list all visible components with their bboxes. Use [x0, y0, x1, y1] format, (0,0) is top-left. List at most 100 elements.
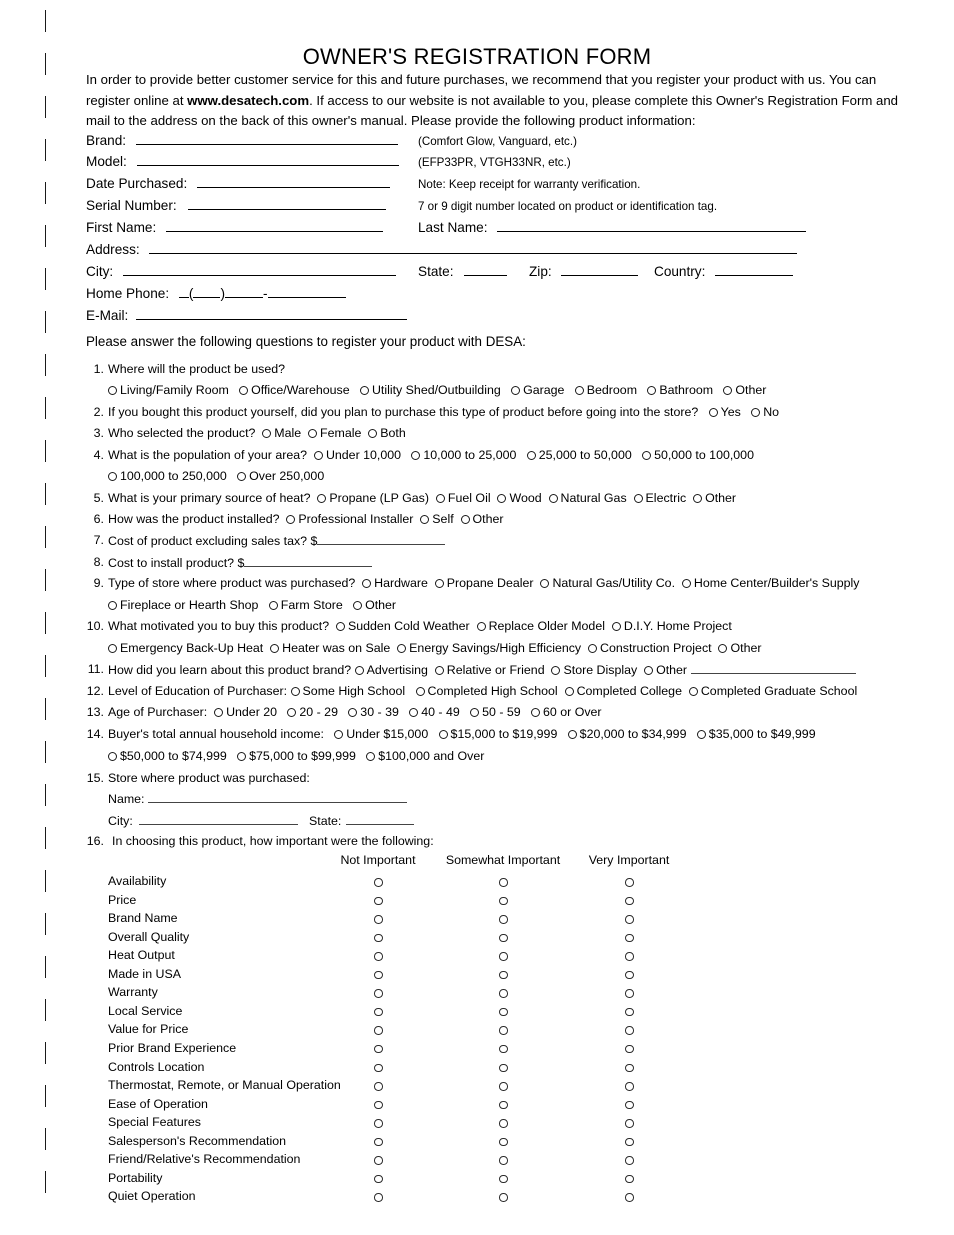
radio-icon[interactable] [718, 644, 728, 653]
radio-icon[interactable] [317, 494, 327, 503]
option-natural-gas[interactable]: Natural Gas [548, 491, 627, 505]
radio-icon[interactable] [564, 687, 574, 696]
field-country-input[interactable] [715, 263, 794, 276]
option-construction-project[interactable]: Construction Project [588, 641, 712, 655]
radio-icon[interactable] [286, 515, 296, 524]
matrix-radio-icon[interactable] [374, 1119, 383, 1128]
radio-icon[interactable] [574, 386, 584, 395]
option-other[interactable]: Other [723, 383, 766, 397]
field-first-name-input[interactable] [166, 219, 384, 232]
option-fuel-oil[interactable]: Fuel Oil [435, 491, 491, 505]
radio-icon[interactable] [476, 622, 486, 631]
option-diy-home-project[interactable]: D.I.Y. Home Project [611, 619, 732, 633]
radio-icon[interactable] [335, 622, 345, 631]
option-store-display[interactable]: Store Display [551, 663, 637, 677]
option-10000-25000[interactable]: 10,000 to 25,000 [411, 448, 516, 462]
matrix-radio-icon[interactable] [625, 1082, 634, 1091]
radio-icon[interactable] [415, 687, 425, 696]
option-100000-and-over[interactable]: $100,000 and Over [366, 749, 484, 763]
radio-icon[interactable] [214, 708, 224, 717]
field-home-phone-area-prefix[interactable] [178, 285, 189, 298]
question-8-cost-input[interactable] [244, 555, 373, 567]
field-date-purchased-input[interactable] [197, 175, 391, 188]
radio-icon[interactable] [611, 622, 621, 631]
radio-icon[interactable] [751, 408, 761, 417]
radio-icon[interactable] [567, 730, 577, 739]
matrix-radio-icon[interactable] [499, 896, 508, 906]
option-other-learn[interactable]: Other [644, 663, 687, 677]
radio-icon[interactable] [368, 429, 378, 438]
option-30-39[interactable]: 30 - 39 [348, 705, 399, 719]
matrix-radio-icon[interactable] [499, 915, 508, 924]
radio-icon[interactable] [420, 515, 430, 524]
option-male[interactable]: Male [262, 426, 301, 440]
option-20000-34999[interactable]: $20,000 to $34,999 [567, 727, 686, 741]
option-completed-high-school[interactable]: Completed High School [415, 684, 558, 698]
radio-icon[interactable] [708, 408, 718, 417]
option-20-29[interactable]: 20 - 29 [287, 705, 338, 719]
option-completed-graduate-school[interactable]: Completed Graduate School [688, 684, 857, 698]
matrix-radio-icon[interactable] [499, 989, 508, 998]
matrix-radio-icon[interactable] [625, 1026, 634, 1035]
option-completed-college[interactable]: Completed College [564, 684, 682, 698]
matrix-radio-icon[interactable] [374, 1082, 383, 1091]
option-50000-100000[interactable]: 50,000 to 100,000 [642, 448, 754, 462]
option-propane-lp-gas[interactable]: Propane (LP Gas) [317, 491, 429, 505]
radio-icon[interactable] [497, 494, 507, 503]
matrix-radio-icon[interactable] [625, 1174, 634, 1184]
option-home-center-builders-supply[interactable]: Home Center/Builder's Supply [681, 576, 860, 590]
matrix-radio-icon[interactable] [374, 1100, 383, 1110]
option-bathroom[interactable]: Bathroom [647, 383, 713, 397]
matrix-radio-icon[interactable] [374, 1137, 383, 1147]
field-home-phone-exchange[interactable] [224, 285, 263, 298]
radio-icon[interactable] [411, 451, 421, 460]
matrix-radio-icon[interactable] [625, 1156, 634, 1165]
option-other-store[interactable]: Other [353, 598, 396, 612]
matrix-radio-icon[interactable] [625, 896, 634, 906]
field-city-input[interactable] [122, 263, 396, 276]
radio-icon[interactable] [308, 429, 318, 438]
radio-icon[interactable] [681, 579, 691, 588]
matrix-radio-icon[interactable] [374, 970, 383, 980]
option-some-high-school[interactable]: Some High School [290, 684, 405, 698]
option-40-49[interactable]: 40 - 49 [409, 705, 460, 719]
radio-icon[interactable] [644, 666, 654, 675]
option-35000-49999[interactable]: $35,000 to $49,999 [696, 727, 816, 741]
radio-icon[interactable] [642, 451, 652, 460]
matrix-radio-icon[interactable] [374, 1156, 383, 1165]
radio-icon[interactable] [647, 386, 657, 395]
radio-icon[interactable] [237, 472, 247, 481]
radio-icon[interactable] [366, 752, 376, 761]
matrix-radio-icon[interactable] [499, 1174, 508, 1184]
radio-icon[interactable] [551, 666, 561, 675]
matrix-radio-icon[interactable] [625, 1100, 634, 1110]
matrix-radio-icon[interactable] [374, 915, 383, 924]
option-emergency-back-up-heat[interactable]: Emergency Back-Up Heat [108, 641, 263, 655]
matrix-radio-icon[interactable] [499, 1007, 508, 1017]
matrix-radio-icon[interactable] [625, 1193, 634, 1202]
radio-icon[interactable] [434, 666, 444, 675]
radio-icon[interactable] [354, 666, 364, 675]
option-female[interactable]: Female [308, 426, 361, 440]
radio-icon[interactable] [540, 579, 550, 588]
option-25000-50000[interactable]: 25,000 to 50,000 [526, 448, 632, 462]
option-farm-store[interactable]: Farm Store [268, 598, 343, 612]
radio-icon[interactable] [633, 494, 643, 503]
radio-icon[interactable] [438, 730, 448, 739]
radio-icon[interactable] [270, 644, 280, 653]
matrix-radio-icon[interactable] [374, 878, 383, 887]
matrix-radio-icon[interactable] [625, 970, 634, 980]
matrix-radio-icon[interactable] [374, 1063, 383, 1072]
matrix-radio-icon[interactable] [499, 1119, 508, 1128]
option-advertising[interactable]: Advertising [354, 663, 428, 677]
matrix-radio-icon[interactable] [625, 1007, 634, 1017]
option-energy-savings-high-efficiency[interactable]: Energy Savings/High Efficiency [397, 641, 581, 655]
field-serial-number-input[interactable] [188, 197, 387, 210]
matrix-radio-icon[interactable] [625, 989, 634, 998]
matrix-radio-icon[interactable] [499, 1026, 508, 1035]
field-email-input[interactable] [136, 307, 408, 320]
matrix-radio-icon[interactable] [499, 1082, 508, 1091]
option-other-motivation[interactable]: Other [718, 641, 761, 655]
radio-icon[interactable] [287, 708, 297, 717]
option-fireplace-or-hearth-shop[interactable]: Fireplace or Hearth Shop [108, 598, 258, 612]
